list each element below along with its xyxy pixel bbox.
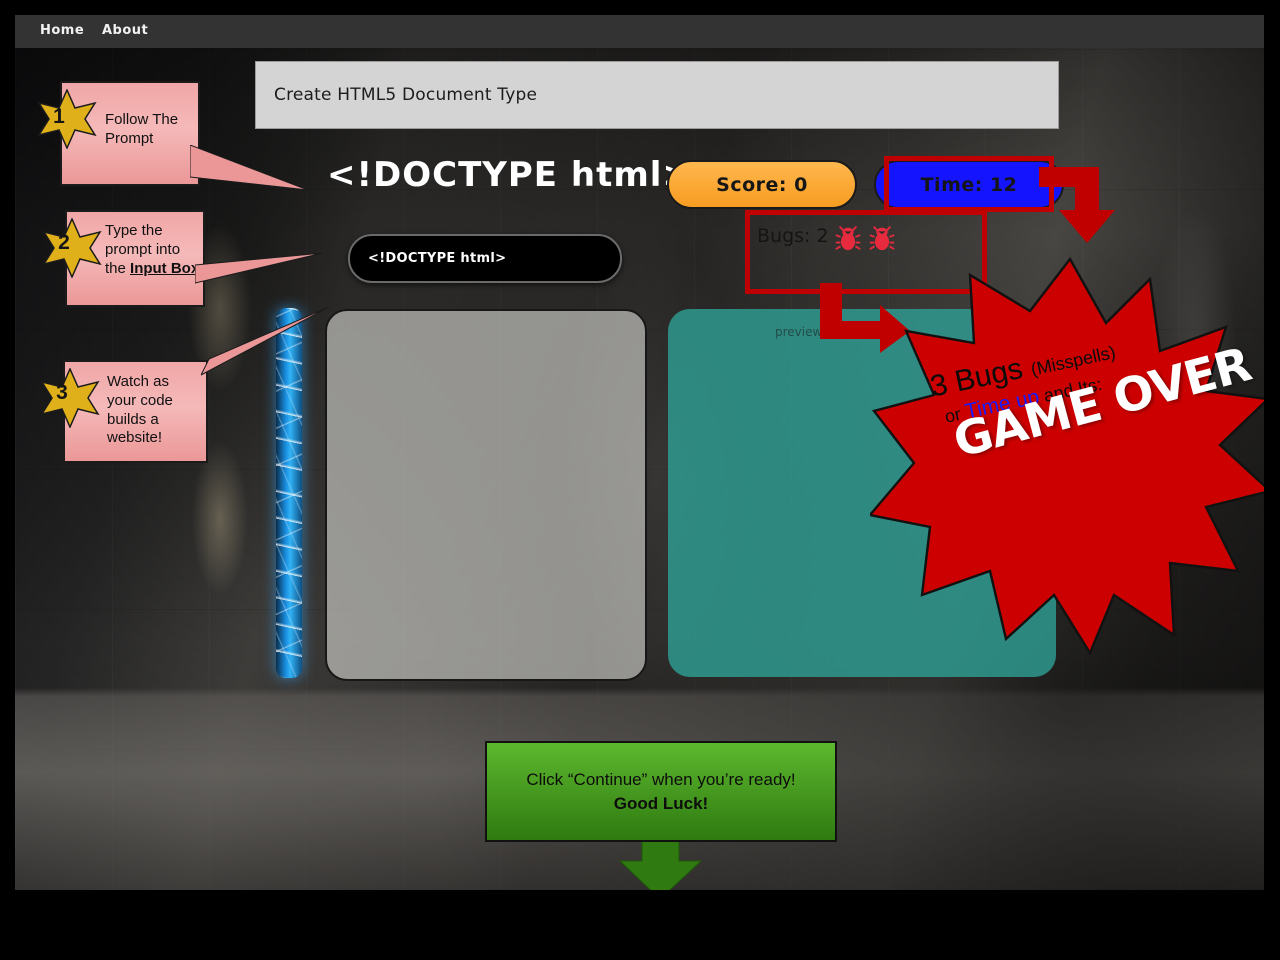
callout-tail-3: [201, 307, 330, 376]
top-navbar: Home About: [15, 15, 1264, 48]
screenshot-root: Home About Create HTML5 Document Type <!…: [0, 0, 1280, 960]
code-output-panel: [325, 309, 647, 681]
callout-tail-2: [195, 253, 324, 284]
target-code-display: <!DOCTYPE html>: [327, 155, 692, 195]
callout-text-2-bold: Input Box: [130, 259, 200, 277]
red-elbow-arrow-down-icon: [1039, 167, 1115, 243]
callout-tail-1: [190, 145, 309, 191]
continue-note-line-2: Good Luck!: [613, 793, 709, 813]
code-input-value: <!DOCTYPE html>: [368, 251, 507, 266]
callout-text-1: Follow The Prompt: [105, 111, 179, 147]
down-arrow-icon: [618, 839, 703, 890]
prompt-bar: Create HTML5 Document Type: [255, 61, 1059, 129]
continue-note-line-1: Click “Continue” when you’re ready!: [526, 769, 796, 789]
callout-text-3: Watch as your code builds a website!: [107, 373, 173, 447]
nav-item-home[interactable]: Home: [40, 23, 84, 38]
code-input-box[interactable]: <!DOCTYPE html>: [348, 234, 622, 283]
continue-note-box: Click “Continue” when you’re ready! Good…: [485, 741, 837, 842]
callout-text-2: Type the prompt into the Input Box: [105, 222, 205, 278]
score-badge: Score: 0: [667, 160, 857, 209]
callout-number-1: 1: [53, 105, 65, 128]
highlight-box-time: [884, 156, 1054, 212]
game-over-starburst: [870, 255, 1264, 655]
nav-item-about[interactable]: About: [102, 23, 148, 38]
callout-number-3: 3: [56, 381, 68, 404]
app-content-area: Home About Create HTML5 Document Type <!…: [15, 15, 1264, 890]
callout-number-2: 2: [58, 231, 70, 254]
preview-panel-label: preview: [775, 325, 823, 339]
prompt-text: Create HTML5 Document Type: [274, 85, 538, 105]
